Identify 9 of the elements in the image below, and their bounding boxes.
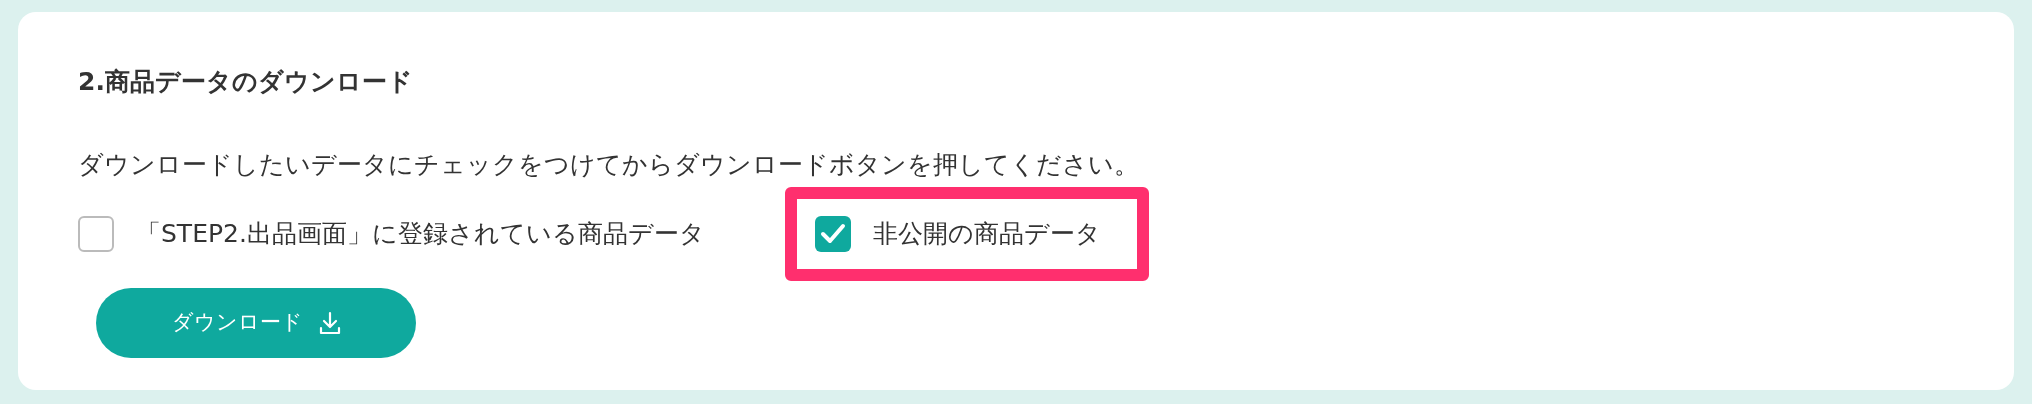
option-label: 非公開の商品データ bbox=[872, 218, 1101, 251]
download-icon bbox=[318, 311, 341, 335]
instruction-text: ダウンロードしたいデータにチェックをつけてからダウンロードボタンを押してください。 bbox=[78, 149, 1140, 181]
download-button[interactable]: ダウンロード bbox=[96, 288, 416, 358]
checkmark-icon bbox=[819, 223, 846, 245]
checkbox[interactable] bbox=[814, 216, 851, 252]
checkbox[interactable] bbox=[78, 216, 114, 252]
section-title: 2.商品データのダウンロード bbox=[78, 66, 414, 98]
option-label: 「STEP2.出品画面」に登録されている商品データ bbox=[136, 218, 705, 251]
